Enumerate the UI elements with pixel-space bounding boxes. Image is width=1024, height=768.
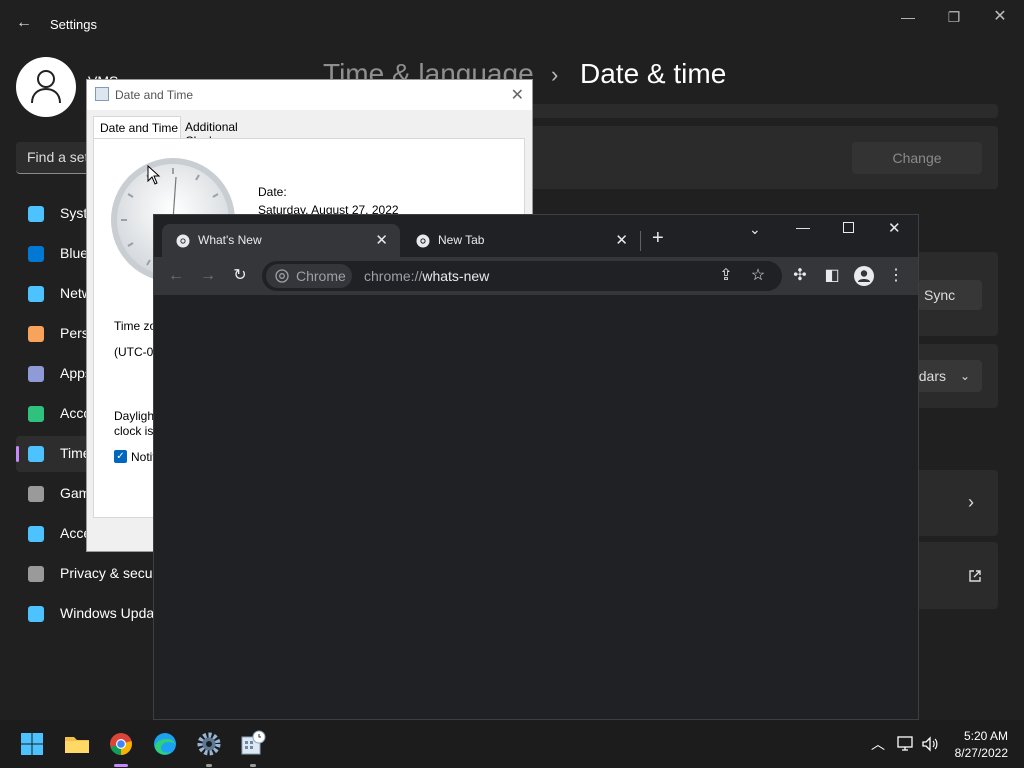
brush-icon [28,326,44,342]
forward-icon[interactable]: → [198,266,218,286]
date-time-icon [95,87,109,101]
chevron-right-icon: › [968,492,974,512]
file-explorer-icon[interactable] [61,728,93,760]
notify-checkbox[interactable]: ✓ [114,450,127,463]
edge-icon[interactable] [149,728,181,760]
chrome-security-chip[interactable]: Chrome [266,264,352,288]
chrome-tab-whats-new[interactable]: What's New ✕ [162,224,400,257]
chevron-down-icon: ⌄ [959,369,970,383]
edge-logo-icon [154,733,176,755]
tab-close-icon[interactable]: ✕ [375,231,388,249]
chrome-logo-icon [275,269,289,283]
url-text: chrome://whats-new [364,268,489,284]
url-scheme: chrome:// [364,268,423,284]
folder-icon [65,737,89,753]
chrome-favicon-icon [176,234,190,248]
windows-start-icon[interactable] [16,728,48,760]
chrome-tab-strip: What's New ✕ New Tab ✕ + ⌄ — ✕ [154,215,918,257]
page-content [154,295,918,719]
reload-icon[interactable]: ↻ [230,266,250,286]
tab-divider [640,231,641,251]
person-icon [31,70,61,104]
wifi-icon [28,286,44,302]
person-icon [28,406,44,422]
minimize-icon[interactable]: — [796,219,810,235]
mouse-cursor-icon [147,165,161,185]
sidebar-item-label: Windows Update [60,605,166,621]
apps-icon [28,366,44,382]
change-button[interactable]: Change [852,142,982,174]
more-menu-icon[interactable]: ⋮ [886,266,906,286]
user-avatar[interactable] [16,57,76,117]
chrome-window: What's New ✕ New Tab ✕ + ⌄ — ✕ ← → ↻ Chr… [153,214,919,720]
tab-additional-clocks[interactable]: Additional Clocks [179,116,269,148]
dialog-title: Date and Time [115,88,194,102]
tab-search-chevron-icon[interactable]: ⌄ [749,221,761,238]
minimize-icon[interactable]: — [886,6,930,28]
share-icon[interactable]: ⇪ [716,266,736,286]
monitor-icon [28,206,44,222]
running-indicator [206,764,212,767]
restore-icon[interactable]: ❐ [932,6,976,28]
calendar-clock-icon [241,730,266,755]
taskbar: ︿ 5:20 AM 8/27/2022 [0,720,1024,768]
tab-label: Date and Time [100,121,179,135]
clock-date[interactable]: 8/27/2022 [955,746,1008,760]
tab-title: New Tab [438,233,485,247]
windows-logo-icon [21,733,43,755]
new-tab-plus-icon[interactable]: + [652,227,664,250]
external-link-icon [969,570,981,582]
close-icon[interactable]: ✕ [888,219,901,237]
settings-gear-icon[interactable] [193,728,225,767]
volume-icon[interactable] [921,736,939,752]
settings-app-title: Settings [50,17,97,32]
chrome-logo-icon [110,733,132,755]
chip-label: Chrome [296,268,346,284]
chrome-toolbar: ← → ↻ Chrome chrome://whats-new ⇪ ☆ ✣ ◧ … [154,257,918,295]
update-icon [28,606,44,622]
chrome-favicon-icon [416,234,430,248]
running-indicator [250,764,256,767]
page-title: Date & time [580,58,727,89]
bluetooth-icon [28,246,44,262]
dialog-close-icon[interactable]: ✕ [511,85,524,105]
profile-icon[interactable] [854,266,874,286]
side-panel-icon[interactable]: ◧ [822,266,842,286]
maximize-icon[interactable] [843,222,854,233]
shield-icon [28,566,44,582]
sync-now-button[interactable]: Sync now [918,280,982,310]
controller-icon [28,486,44,502]
url-path: whats-new [422,268,490,284]
back-icon[interactable]: ← [166,266,186,286]
clock-globe-icon [28,446,44,462]
tab-title: What's New [198,233,262,247]
extensions-puzzle-icon[interactable]: ✣ [790,266,810,286]
bookmark-star-icon[interactable]: ☆ [748,266,768,286]
tab-close-icon[interactable]: ✕ [615,231,628,249]
accessibility-icon [28,526,44,542]
date-label: Date: [258,185,287,199]
gear-icon [197,732,221,756]
date-time-control-panel-icon[interactable] [237,728,269,767]
back-arrow-icon[interactable]: ← [14,13,34,33]
network-icon[interactable] [897,736,915,752]
dialog-titlebar[interactable]: Date and Time ✕ [87,80,532,110]
breadcrumb-chevron-icon: › [551,62,559,87]
active-indicator [114,764,128,767]
chrome-tab-new-tab[interactable]: New Tab ✕ [402,224,640,257]
tray-overflow-chevron-icon[interactable]: ︿ [871,734,885,754]
address-bar[interactable]: Chrome chrome://whats-new ⇪ ☆ [262,261,782,291]
clock-time[interactable]: 5:20 AM [964,729,1008,743]
person-icon [858,270,870,282]
chrome-icon[interactable] [105,728,137,767]
close-icon[interactable]: ✕ [978,6,1022,28]
